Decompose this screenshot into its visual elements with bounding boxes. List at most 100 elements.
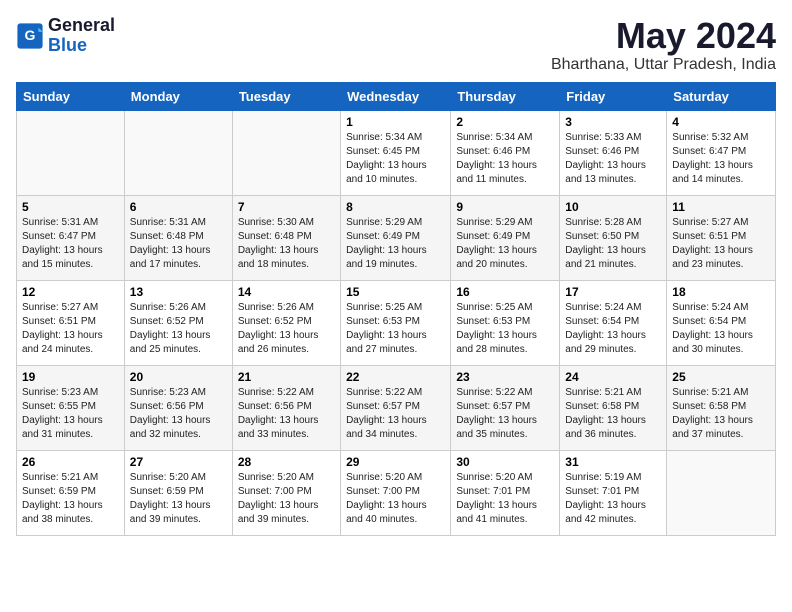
day-info: Sunrise: 5:22 AM Sunset: 6:56 PM Dayligh…: [238, 386, 335, 442]
day-number: 31: [565, 455, 661, 469]
day-info: Sunrise: 5:20 AM Sunset: 7:00 PM Dayligh…: [346, 471, 445, 527]
day-number: 27: [130, 455, 227, 469]
day-info: Sunrise: 5:20 AM Sunset: 6:59 PM Dayligh…: [130, 471, 227, 527]
calendar-cell: 20 Sunrise: 5:23 AM Sunset: 6:56 PM Dayli…: [124, 365, 232, 450]
weekday-header-wednesday: Wednesday: [341, 82, 451, 110]
calendar-cell: 2Sunrise: 5:34 AM Sunset: 6:46 PM Daylig…: [451, 110, 560, 195]
calendar-cell: 1 Sunrise: 5:34 AM Sunset: 6:45 PM Daylig…: [341, 110, 451, 195]
location-title: Bharthana, Uttar Pradesh, India: [551, 56, 776, 74]
header: G General Blue May 2024 Bharthana, Uttar…: [16, 16, 776, 74]
calendar-cell: [124, 110, 232, 195]
calendar-week-row: 12Sunrise: 5:27 AM Sunset: 6:51 PM Dayli…: [17, 280, 776, 365]
day-number: 23: [456, 370, 554, 384]
day-number: 13: [130, 285, 227, 299]
day-info: Sunrise: 5:32 AM Sunset: 6:47 PM Dayligh…: [672, 131, 770, 187]
calendar-cell: 15 Sunrise: 5:25 AM Sunset: 6:53 PM Dayli…: [341, 280, 451, 365]
weekday-header-monday: Monday: [124, 82, 232, 110]
day-number: 7: [238, 200, 335, 214]
day-info: Sunrise: 5:21 AM Sunset: 6:58 PM Dayligh…: [672, 386, 770, 442]
day-number: 6: [130, 200, 227, 214]
day-number: 10: [565, 200, 661, 214]
day-number: 19: [22, 370, 119, 384]
day-number: 14: [238, 285, 335, 299]
day-number: 30: [456, 455, 554, 469]
weekday-header-friday: Friday: [560, 82, 667, 110]
day-number: 18: [672, 285, 770, 299]
calendar-cell: 24 Sunrise: 5:21 AM Sunset: 6:58 PM Dayli…: [560, 365, 667, 450]
svg-text:G: G: [25, 27, 36, 43]
calendar-header: SundayMondayTuesdayWednesdayThursdayFrid…: [17, 82, 776, 110]
day-number: 8: [346, 200, 445, 214]
day-info: Sunrise: 5:24 AM Sunset: 6:54 PM Dayligh…: [672, 301, 770, 357]
calendar-cell: 28 Sunrise: 5:20 AM Sunset: 7:00 PM Dayli…: [232, 450, 340, 535]
day-info: Sunrise: 5:23 AM Sunset: 6:56 PM Dayligh…: [130, 386, 227, 442]
day-number: 17: [565, 285, 661, 299]
day-info: Sunrise: 5:21 AM Sunset: 6:58 PM Dayligh…: [565, 386, 661, 442]
calendar-cell: 9Sunrise: 5:29 AM Sunset: 6:49 PM Daylig…: [451, 195, 560, 280]
day-number: 29: [346, 455, 445, 469]
logo-text-line1: General: [48, 16, 115, 36]
calendar-cell: 7 Sunrise: 5:30 AM Sunset: 6:48 PM Daylig…: [232, 195, 340, 280]
day-number: 24: [565, 370, 661, 384]
day-number: 4: [672, 115, 770, 129]
weekday-header-sunday: Sunday: [17, 82, 125, 110]
calendar-cell: 6 Sunrise: 5:31 AM Sunset: 6:48 PM Daylig…: [124, 195, 232, 280]
day-number: 26: [22, 455, 119, 469]
day-number: 3: [565, 115, 661, 129]
calendar-cell: 8 Sunrise: 5:29 AM Sunset: 6:49 PM Daylig…: [341, 195, 451, 280]
day-number: 9: [456, 200, 554, 214]
day-info: Sunrise: 5:20 AM Sunset: 7:00 PM Dayligh…: [238, 471, 335, 527]
calendar-cell: 22Sunrise: 5:22 AM Sunset: 6:57 PM Dayli…: [341, 365, 451, 450]
day-info: Sunrise: 5:27 AM Sunset: 6:51 PM Dayligh…: [672, 216, 770, 272]
day-number: 21: [238, 370, 335, 384]
day-info: Sunrise: 5:26 AM Sunset: 6:52 PM Dayligh…: [238, 301, 335, 357]
day-info: Sunrise: 5:22 AM Sunset: 6:57 PM Dayligh…: [346, 386, 445, 442]
calendar-cell: 29 Sunrise: 5:20 AM Sunset: 7:00 PM Dayli…: [341, 450, 451, 535]
day-info: Sunrise: 5:31 AM Sunset: 6:48 PM Dayligh…: [130, 216, 227, 272]
day-number: 5: [22, 200, 119, 214]
day-info: Sunrise: 5:20 AM Sunset: 7:01 PM Dayligh…: [456, 471, 554, 527]
calendar-cell: 23 Sunrise: 5:22 AM Sunset: 6:57 PM Dayli…: [451, 365, 560, 450]
weekday-header-thursday: Thursday: [451, 82, 560, 110]
weekday-header-saturday: Saturday: [667, 82, 776, 110]
calendar-cell: [17, 110, 125, 195]
day-number: 15: [346, 285, 445, 299]
calendar-cell: 11 Sunrise: 5:27 AM Sunset: 6:51 PM Dayli…: [667, 195, 776, 280]
calendar-cell: 21 Sunrise: 5:22 AM Sunset: 6:56 PM Dayli…: [232, 365, 340, 450]
calendar-cell: [232, 110, 340, 195]
day-info: Sunrise: 5:29 AM Sunset: 6:49 PM Dayligh…: [346, 216, 445, 272]
day-info: Sunrise: 5:34 AM Sunset: 6:45 PM Dayligh…: [346, 131, 445, 187]
day-info: Sunrise: 5:25 AM Sunset: 6:53 PM Dayligh…: [346, 301, 445, 357]
calendar-week-row: 26 Sunrise: 5:21 AM Sunset: 6:59 PM Dayli…: [17, 450, 776, 535]
calendar-body: 1 Sunrise: 5:34 AM Sunset: 6:45 PM Daylig…: [17, 110, 776, 535]
day-info: Sunrise: 5:31 AM Sunset: 6:47 PM Dayligh…: [22, 216, 119, 272]
day-info: Sunrise: 5:19 AM Sunset: 7:01 PM Dayligh…: [565, 471, 661, 527]
calendar-cell: 25 Sunrise: 5:21 AM Sunset: 6:58 PM Dayli…: [667, 365, 776, 450]
calendar-week-row: 19 Sunrise: 5:23 AM Sunset: 6:55 PM Dayli…: [17, 365, 776, 450]
day-info: Sunrise: 5:28 AM Sunset: 6:50 PM Dayligh…: [565, 216, 661, 272]
calendar-cell: 4 Sunrise: 5:32 AM Sunset: 6:47 PM Daylig…: [667, 110, 776, 195]
calendar-cell: 17Sunrise: 5:24 AM Sunset: 6:54 PM Dayli…: [560, 280, 667, 365]
day-number: 1: [346, 115, 445, 129]
calendar-cell: 27 Sunrise: 5:20 AM Sunset: 6:59 PM Dayli…: [124, 450, 232, 535]
day-info: Sunrise: 5:22 AM Sunset: 6:57 PM Dayligh…: [456, 386, 554, 442]
logo: G General Blue: [16, 16, 115, 56]
day-number: 28: [238, 455, 335, 469]
month-title: May 2024: [551, 16, 776, 56]
calendar-cell: [667, 450, 776, 535]
day-info: Sunrise: 5:26 AM Sunset: 6:52 PM Dayligh…: [130, 301, 227, 357]
day-info: Sunrise: 5:30 AM Sunset: 6:48 PM Dayligh…: [238, 216, 335, 272]
day-number: 11: [672, 200, 770, 214]
day-info: Sunrise: 5:23 AM Sunset: 6:55 PM Dayligh…: [22, 386, 119, 442]
day-info: Sunrise: 5:34 AM Sunset: 6:46 PM Dayligh…: [456, 131, 554, 187]
day-info: Sunrise: 5:21 AM Sunset: 6:59 PM Dayligh…: [22, 471, 119, 527]
calendar-week-row: 1 Sunrise: 5:34 AM Sunset: 6:45 PM Daylig…: [17, 110, 776, 195]
calendar-cell: 26 Sunrise: 5:21 AM Sunset: 6:59 PM Dayli…: [17, 450, 125, 535]
title-area: May 2024 Bharthana, Uttar Pradesh, India: [551, 16, 776, 74]
logo-icon: G: [16, 22, 44, 50]
logo-text-line2: Blue: [48, 36, 115, 56]
calendar-cell: 12Sunrise: 5:27 AM Sunset: 6:51 PM Dayli…: [17, 280, 125, 365]
day-number: 25: [672, 370, 770, 384]
day-info: Sunrise: 5:33 AM Sunset: 6:46 PM Dayligh…: [565, 131, 661, 187]
day-number: 20: [130, 370, 227, 384]
